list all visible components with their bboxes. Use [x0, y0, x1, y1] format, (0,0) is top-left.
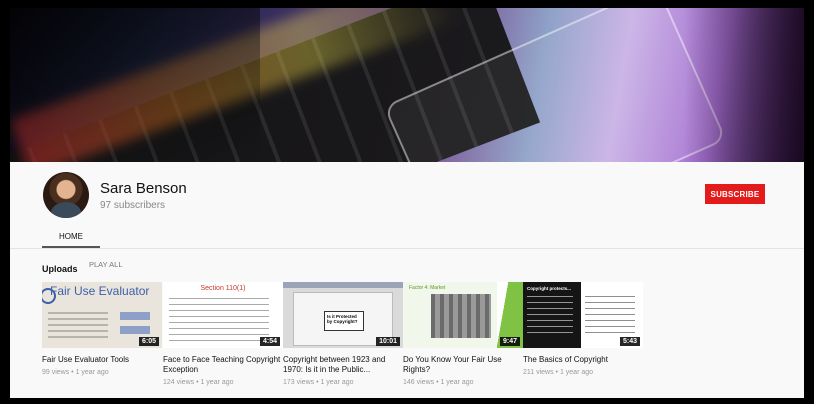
- channel-banner: [10, 8, 804, 162]
- video-duration: 10:01: [376, 337, 400, 346]
- thumbnail-text: Fair Use Evaluator: [50, 284, 150, 298]
- thumbnail-text: Section 110(1): [200, 285, 246, 292]
- tab-home[interactable]: HOME: [42, 226, 100, 248]
- uploads-header: Uploads PLAY ALL: [42, 259, 123, 277]
- subscribe-button[interactable]: SUBSCRIBE: [705, 184, 765, 204]
- thumbnail-text: Factor 4: Market: [409, 285, 446, 291]
- video-thumbnail[interactable]: Section 110(1) 4:54: [163, 282, 283, 348]
- video-title[interactable]: The Basics of Copyright: [523, 355, 641, 365]
- video-meta: 99 views • 1 year ago: [42, 369, 109, 376]
- thumbnail-text: Is it Protected by Copyright?: [324, 311, 364, 331]
- youtube-channel-page: Sara Benson 97 subscribers SUBSCRIBE HOM…: [10, 8, 804, 398]
- channel-header: Sara Benson 97 subscribers SUBSCRIBE HOM…: [10, 162, 804, 248]
- video-duration: 9:47: [499, 337, 520, 346]
- video-duration: 4:54: [259, 337, 280, 346]
- video-card[interactable]: Section 110(1) 4:54 Face to Face Teachin…: [163, 282, 283, 386]
- video-thumbnail[interactable]: Fair Use Evaluator 6:05: [42, 282, 162, 348]
- video-thumbnail[interactable]: Is it Protected by Copyright? 10:01: [283, 282, 403, 348]
- thumbnail-photo: [431, 294, 491, 338]
- video-card[interactable]: Is it Protected by Copyright? 10:01 Copy…: [283, 282, 403, 386]
- video-meta: 211 views • 1 year ago: [523, 369, 594, 376]
- channel-name: Sara Benson: [100, 180, 187, 197]
- play-all-button[interactable]: PLAY ALL: [89, 260, 123, 269]
- avatar[interactable]: [43, 172, 89, 218]
- video-card[interactable]: Fair Use Evaluator 6:05 Fair Use Evaluat…: [42, 282, 162, 376]
- video-thumbnail[interactable]: Factor 4: Market 9:47: [403, 282, 523, 348]
- video-thumbnail[interactable]: Copyright protects... 5:43: [523, 282, 643, 348]
- video-title[interactable]: Do You Know Your Fair Use Rights?: [403, 355, 521, 375]
- video-meta: 173 views • 1 year ago: [283, 379, 354, 386]
- divider: [10, 248, 804, 249]
- video-meta: 124 views • 1 year ago: [163, 379, 234, 386]
- video-meta: 146 views • 1 year ago: [403, 379, 474, 386]
- video-duration: 6:05: [138, 337, 159, 346]
- video-title[interactable]: Face to Face Teaching Copyright Exceptio…: [163, 355, 281, 375]
- subscriber-count: 97 subscribers: [100, 200, 166, 211]
- thumbnail-text: Copyright protects...: [527, 286, 572, 291]
- video-card[interactable]: Factor 4: Market 9:47 Do You Know Your F…: [403, 282, 523, 386]
- video-duration: 5:43: [619, 337, 640, 346]
- video-title[interactable]: Fair Use Evaluator Tools: [42, 355, 160, 365]
- video-title[interactable]: Copyright between 1923 and 1970: Is it i…: [283, 355, 401, 375]
- video-card[interactable]: Copyright protects... 5:43 The Basics of…: [523, 282, 643, 376]
- uploads-title[interactable]: Uploads: [42, 264, 78, 274]
